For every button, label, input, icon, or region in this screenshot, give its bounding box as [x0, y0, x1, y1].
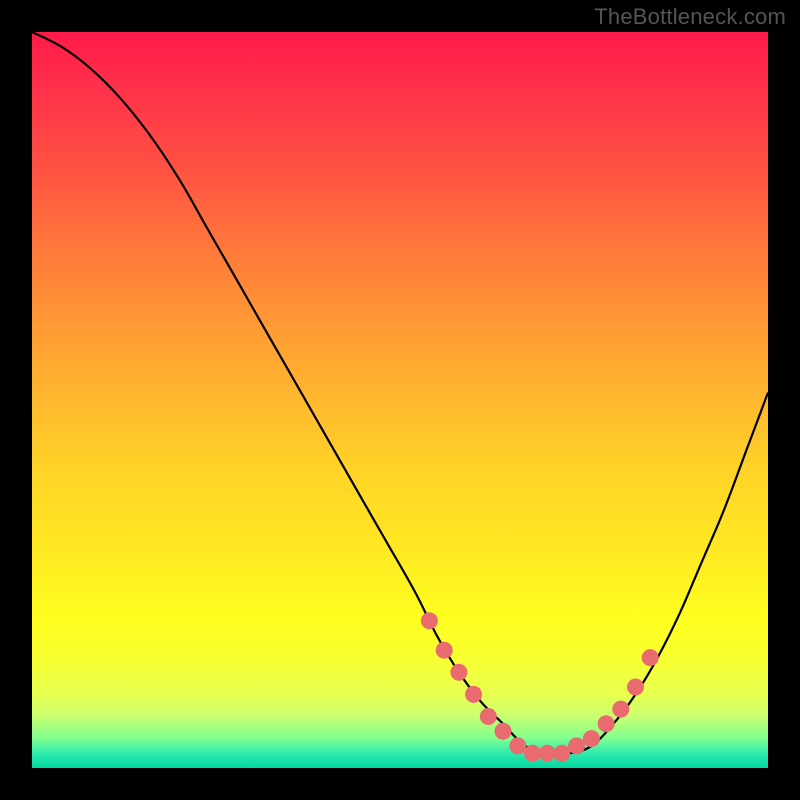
watermark-text: TheBottleneck.com: [594, 4, 786, 30]
marker-dot: [480, 708, 497, 725]
marker-dot: [421, 612, 438, 629]
marker-dot: [627, 679, 644, 696]
marker-dots: [421, 612, 659, 762]
chart-svg: [32, 32, 768, 768]
bottleneck-curve: [32, 32, 768, 754]
marker-dot: [568, 737, 585, 754]
marker-dot: [583, 730, 600, 747]
chart-container: TheBottleneck.com: [0, 0, 800, 800]
marker-dot: [539, 745, 556, 762]
marker-dot: [495, 723, 512, 740]
marker-dot: [524, 745, 541, 762]
marker-dot: [450, 664, 467, 681]
marker-dot: [612, 701, 629, 718]
marker-dot: [598, 715, 615, 732]
marker-dot: [436, 642, 453, 659]
marker-dot: [553, 745, 570, 762]
marker-dot: [465, 686, 482, 703]
marker-dot: [642, 649, 659, 666]
marker-dot: [509, 737, 526, 754]
